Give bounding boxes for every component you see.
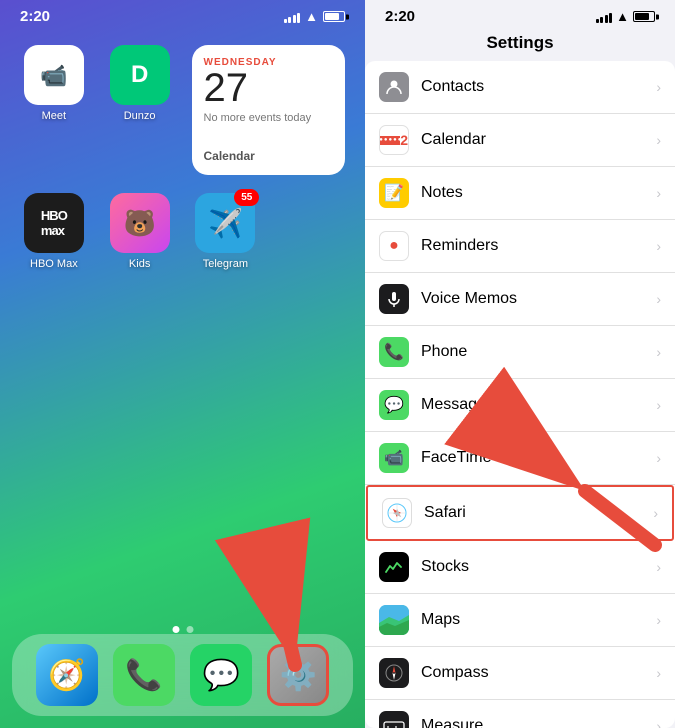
measure-chevron: › [656, 718, 661, 728]
meet-icon: 📹 [24, 45, 84, 105]
maps-label: Maps [421, 611, 656, 629]
measure-label: Measure [421, 717, 656, 728]
settings-item-contacts[interactable]: Contacts › [365, 61, 675, 114]
contacts-label: Contacts [421, 78, 656, 96]
cal-date: 27 [204, 68, 334, 108]
home-screen: 2:20 ▲ 📹 Meet [0, 0, 365, 728]
settings-panel: 2:20 ▲ Settings Contacts › [365, 0, 675, 728]
reminders-chevron: › [656, 238, 661, 254]
settings-item-reminders[interactable]: ● Reminders › [365, 220, 675, 273]
settings-item-calendar[interactable]: ●●●●●●● 27 Calendar › [365, 114, 675, 167]
dock-settings[interactable]: ⚙️ [267, 644, 329, 706]
facetime-icon: 📹 [379, 443, 409, 473]
facetime-label: FaceTime [421, 449, 656, 467]
status-icons-left: ▲ [284, 9, 345, 24]
compass-icon [379, 658, 409, 688]
page-dot-1 [172, 626, 179, 633]
compass-chevron: › [656, 665, 661, 681]
messages-label: Messages [421, 396, 656, 414]
settings-item-stocks[interactable]: Stocks › [365, 541, 675, 594]
stocks-label: Stocks [421, 558, 656, 576]
dunzo-label: Dunzo [124, 110, 156, 122]
settings-list: Contacts › ●●●●●●● 27 Calendar › 📝 Notes… [365, 61, 675, 728]
safari-chevron: › [653, 505, 658, 521]
hbomax-icon: HBOmax [24, 193, 84, 253]
voicememos-icon [379, 284, 409, 314]
contacts-icon [379, 72, 409, 102]
facetime-chevron: › [656, 450, 661, 466]
measure-icon [379, 711, 409, 728]
dunzo-icon: D [110, 45, 170, 105]
meet-label: Meet [42, 110, 66, 122]
calendar-chevron: › [656, 132, 661, 148]
settings-item-voicememos[interactable]: Voice Memos › [365, 273, 675, 326]
app-dunzo[interactable]: D Dunzo [106, 45, 174, 175]
settings-title: Settings [365, 29, 675, 61]
hbomax-label: HBO Max [30, 258, 78, 270]
wifi-icon-right: ▲ [616, 9, 629, 24]
safari-icon [382, 498, 412, 528]
app-telegram[interactable]: ✈️ 55 Telegram [192, 193, 260, 270]
settings-item-measure[interactable]: Measure › [365, 700, 675, 728]
cal-event: No more events today [204, 112, 334, 124]
maps-chevron: › [656, 612, 661, 628]
messages-icon: 💬 [379, 390, 409, 420]
dock-safari[interactable]: 🧭 [36, 644, 98, 706]
telegram-label: Telegram [203, 258, 248, 270]
settings-item-phone[interactable]: 📞 Phone › [365, 326, 675, 379]
dock-whatsapp[interactable]: 💬 [190, 644, 252, 706]
battery-icon-right [633, 11, 655, 22]
status-icons-right: ▲ [596, 9, 655, 24]
reminders-label: Reminders [421, 237, 656, 255]
telegram-badge: 55 [234, 189, 259, 206]
app-hbomax[interactable]: HBOmax HBO Max [20, 193, 88, 270]
voicememos-chevron: › [656, 291, 661, 307]
dock-phone[interactable]: 📞 [113, 644, 175, 706]
reminders-icon: ● [379, 231, 409, 261]
settings-item-maps[interactable]: Maps › [365, 594, 675, 647]
time-left: 2:20 [20, 8, 50, 25]
cal-name: Calendar [204, 149, 334, 163]
settings-item-safari[interactable]: Safari › [366, 485, 674, 541]
status-bar-left: 2:20 ▲ [0, 0, 365, 29]
voicememos-label: Voice Memos [421, 290, 656, 308]
svg-text:📹: 📹 [40, 63, 67, 88]
time-right: 2:20 [385, 8, 415, 25]
settings-item-notes[interactable]: 📝 Notes › [365, 167, 675, 220]
kids-icon: 🐻 [110, 193, 170, 253]
settings-item-compass[interactable]: Compass › [365, 647, 675, 700]
signal-icon-right [596, 11, 613, 23]
calendar-icon: ●●●●●●● 27 [379, 125, 409, 155]
calendar-label: Calendar [421, 131, 656, 149]
page-dots [172, 626, 193, 633]
messages-chevron: › [656, 397, 661, 413]
notes-icon: 📝 [379, 178, 409, 208]
app-meet[interactable]: 📹 Meet [20, 45, 88, 175]
battery-icon-left [323, 11, 345, 22]
kids-label: Kids [129, 258, 150, 270]
notes-label: Notes [421, 184, 656, 202]
telegram-icon: ✈️ 55 [195, 193, 255, 253]
compass-label: Compass [421, 664, 656, 682]
dock: 🧭 📞 💬 ⚙️ [12, 634, 353, 716]
contacts-chevron: › [656, 79, 661, 95]
settings-item-facetime[interactable]: 📹 FaceTime › [365, 432, 675, 485]
phone-label: Phone [421, 343, 656, 361]
wifi-icon-left: ▲ [305, 9, 318, 24]
notes-chevron: › [656, 185, 661, 201]
calendar-widget[interactable]: WEDNESDAY 27 No more events today Calend… [192, 45, 346, 175]
app-grid: 📹 Meet D Dunzo WEDNESDAY 27 No more even… [0, 29, 365, 286]
stocks-chevron: › [656, 559, 661, 575]
app-kids[interactable]: 🐻 Kids [106, 193, 174, 270]
status-bar-right: 2:20 ▲ [365, 0, 675, 29]
phone-icon: 📞 [379, 337, 409, 367]
page-dot-2 [186, 626, 193, 633]
phone-chevron: › [656, 344, 661, 360]
safari-label: Safari [424, 504, 653, 522]
settings-item-messages[interactable]: 💬 Messages › [365, 379, 675, 432]
maps-icon [379, 605, 409, 635]
signal-icon [284, 11, 301, 23]
stocks-icon [379, 552, 409, 582]
